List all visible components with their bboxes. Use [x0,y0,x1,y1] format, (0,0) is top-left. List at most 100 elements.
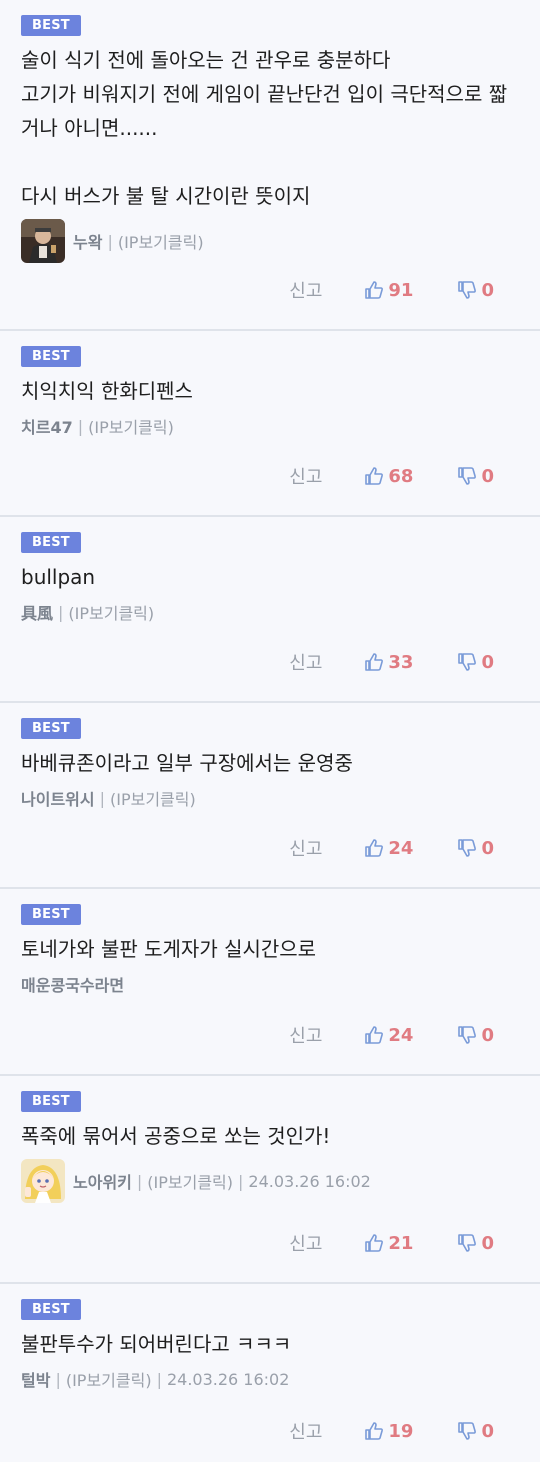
like-button[interactable]: 24 [364,838,413,859]
dislike-button[interactable]: 0 [457,1025,494,1046]
author-name[interactable]: 매운콩국수라면 [21,972,124,996]
thumbs-down-icon [458,281,477,299]
divider: | [238,1171,244,1191]
comment-actions: 신고 24 0 [289,1022,494,1048]
comment-item: BEST 폭죽에 묶어서 공중으로 쏘는 것인가! 노아위키 | (IP보기클릭… [0,1076,540,1284]
comment-actions: 신고 91 0 [289,277,494,303]
thumbs-down-icon [458,653,477,671]
avatar[interactable] [21,1159,65,1203]
dislike-count: 0 [481,1024,494,1046]
comment-text: 술이 식기 전에 돌아오는 건 관우로 충분하다 고기가 비워지기 전에 게임이… [21,48,508,208]
thumbs-down-icon [458,839,477,857]
dislike-count: 0 [481,1420,494,1442]
thumbs-up-icon [365,839,384,857]
dislike-button[interactable]: 0 [457,652,494,673]
comment-text: 불판투수가 되어버린다고 ㅋㅋㅋ [21,1332,292,1356]
author-name[interactable]: 나이트위시 [21,786,95,810]
report-button[interactable]: 신고 [289,649,322,675]
comment-text: 치익치익 한화디펜스 [21,379,193,403]
report-button[interactable]: 신고 [289,835,322,861]
author-name[interactable]: 털박 [21,1367,50,1391]
report-button[interactable]: 신고 [289,463,322,489]
like-button[interactable]: 68 [364,466,413,487]
like-count: 19 [388,1420,414,1442]
report-button[interactable]: 신고 [289,1022,322,1048]
like-count: 33 [388,651,414,673]
ip-link[interactable]: (IP보기클릭) [118,229,204,253]
thumbs-up-icon [365,467,384,485]
comment-date: 24.03.26 16:02 [166,1369,290,1389]
best-badge: BEST [21,15,81,36]
like-count: 91 [388,279,414,301]
like-button[interactable]: 91 [364,280,413,301]
like-button[interactable]: 24 [364,1025,413,1046]
like-count: 68 [388,465,414,487]
divider: | [107,231,113,251]
like-button[interactable]: 21 [364,1233,413,1254]
dislike-button[interactable]: 0 [457,838,494,859]
comment-meta: 누왁 | (IP보기클릭) [21,219,520,263]
thumbs-down-icon [458,1234,477,1252]
like-button[interactable]: 19 [364,1421,413,1442]
best-badge: BEST [21,718,81,739]
divider: | [136,1171,143,1191]
author-name[interactable]: 노아위키 [73,1169,132,1193]
author-name[interactable]: 具風 [21,600,53,624]
comment-text: 폭죽에 묶어서 공중으로 쏘는 것인가! [21,1124,331,1148]
ip-link[interactable]: (IP보기클릭) [147,1169,233,1193]
comment-text: 토네가와 불판 도게자가 실시간으로 [21,937,317,961]
thumbs-down-icon [458,467,477,485]
best-badge: BEST [21,346,81,367]
comment-item: BEST 바베큐존이라고 일부 구장에서는 운영중 나이트위시 | (IP보기클… [0,703,540,889]
comment-meta: 具風 | (IP보기클릭) [21,600,520,624]
comment-actions: 신고 21 0 [289,1230,494,1256]
dislike-button[interactable]: 0 [457,1421,494,1442]
comment-actions: 신고 19 0 [289,1418,494,1444]
ip-link[interactable]: (IP보기클릭) [88,414,174,438]
thumbs-up-icon [365,653,384,671]
dislike-count: 0 [481,465,494,487]
comment-actions: 신고 33 0 [289,649,494,675]
thumbs-down-icon [458,1026,477,1044]
divider: | [55,1369,61,1389]
comment-text: 바베큐존이라고 일부 구장에서는 운영중 [21,751,353,775]
report-button[interactable]: 신고 [289,1418,322,1444]
divider: | [99,788,105,808]
dislike-button[interactable]: 0 [457,1233,494,1254]
ip-link[interactable]: (IP보기클릭) [68,600,154,624]
avatar[interactable] [21,219,65,263]
comment-date: 24.03.26 16:02 [248,1171,371,1191]
author-name[interactable]: 누왁 [73,229,102,253]
comment-item: BEST 치익치익 한화디펜스 치르47 | (IP보기클릭) 신고 68 0 [0,331,540,517]
author-name[interactable]: 치르47 [21,414,73,438]
best-badge: BEST [21,904,81,925]
dislike-count: 0 [481,1232,494,1254]
comment-meta: 치르47 | (IP보기클릭) [21,414,520,438]
report-button[interactable]: 신고 [289,1230,322,1256]
divider: | [156,1369,162,1389]
like-button[interactable]: 33 [364,652,413,673]
comment-meta: 나이트위시 | (IP보기클릭) [21,786,520,810]
comment-item: BEST 술이 식기 전에 돌아오는 건 관우로 충분하다 고기가 비워지기 전… [0,0,540,331]
report-button[interactable]: 신고 [289,277,322,303]
like-count: 21 [388,1232,414,1254]
best-badge: BEST [21,1299,81,1320]
comment-text: bullpan [21,565,96,589]
best-badge: BEST [21,532,81,553]
comment-actions: 신고 68 0 [289,463,494,489]
comment-meta: 매운콩국수라면 [21,972,520,996]
like-count: 24 [388,1024,414,1046]
dislike-count: 0 [481,279,494,301]
like-count: 24 [388,837,414,859]
thumbs-up-icon [365,281,384,299]
dislike-count: 0 [481,651,494,673]
thumbs-up-icon [365,1026,384,1044]
comment-item: BEST 토네가와 불판 도게자가 실시간으로 매운콩국수라면 신고 24 0 [0,889,540,1076]
ip-link[interactable]: (IP보기클릭) [110,786,196,810]
dislike-button[interactable]: 0 [457,466,494,487]
comment-meta: 노아위키 | (IP보기클릭) | 24.03.26 16:02 [21,1159,520,1203]
ip-link[interactable]: (IP보기클릭) [66,1367,152,1391]
comment-meta: 털박 | (IP보기클릭) | 24.03.26 16:02 [21,1367,520,1391]
dislike-button[interactable]: 0 [457,280,494,301]
thumbs-up-icon [365,1422,384,1440]
